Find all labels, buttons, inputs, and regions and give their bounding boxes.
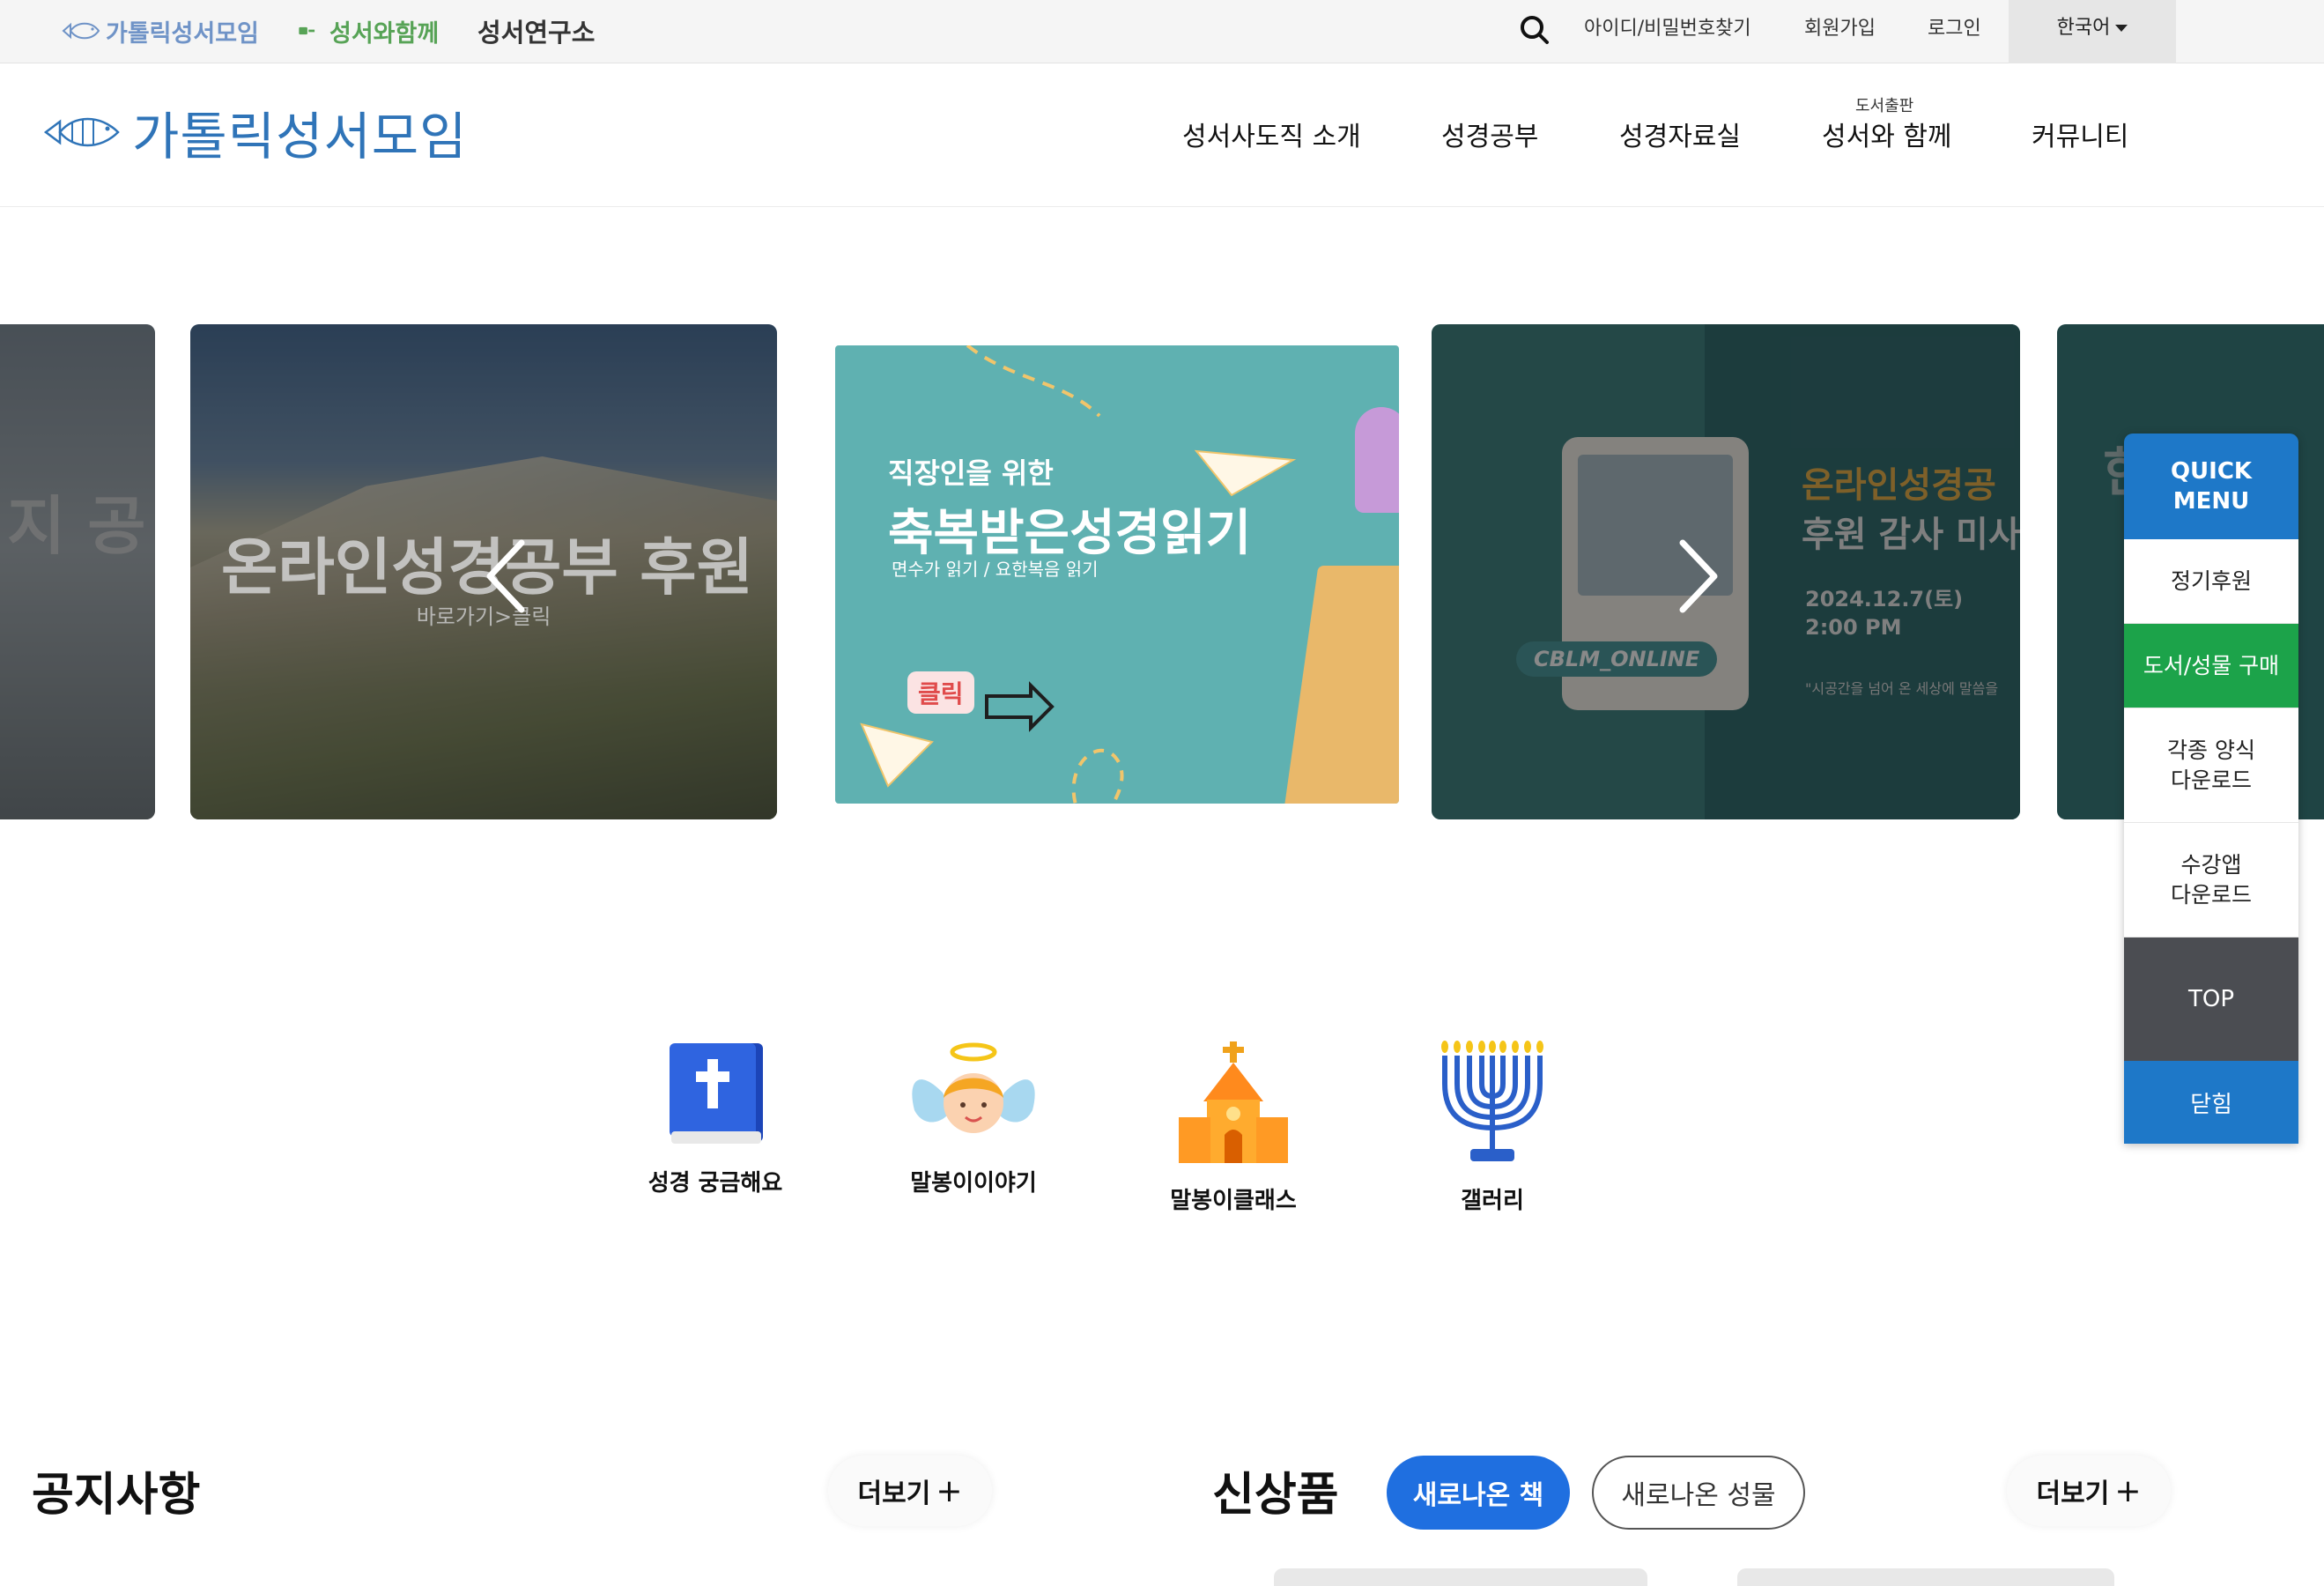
carousel-slide-reading[interactable]: 직장인을 위한 축복받은성경읽기 면수가 읽기 / 요한복음 읽기 클릭 <box>835 345 1399 804</box>
quick-book-goods-purchase[interactable]: 도서/성물 구매 <box>2124 624 2298 708</box>
church-icon <box>1179 1041 1288 1163</box>
category-malbong-class[interactable]: 말봉이클래스 <box>1136 1040 1330 1215</box>
logo-text: 가톨릭성서모임 <box>132 107 468 167</box>
site-link-with-bible[interactable]: 성서와함께 <box>298 9 439 53</box>
site-link-label: 가톨릭성서모임 <box>106 19 259 48</box>
language-selector[interactable]: 한국어 <box>2009 0 2176 63</box>
angel-icon <box>912 1042 1035 1133</box>
site-link-label: 성서와함께 <box>329 19 440 48</box>
slide-title: 온라인성경공 <box>1802 465 1996 506</box>
product-more-button[interactable]: 더보기 + <box>2007 1456 2171 1526</box>
slide-note: "시공간을 넘어 온 세상에 말씀을 <box>1805 680 1999 697</box>
quick-menu: QUICK MENU 정기후원 도서/성물 구매 각종 양식 다운로드 수강앱 … <box>2124 434 2298 1144</box>
quick-app-download[interactable]: 수강앱 다운로드 <box>2124 823 2298 938</box>
site-link-bible-institute[interactable]: 성서연구소 <box>477 9 595 53</box>
caret-down-icon <box>2115 25 2128 32</box>
click-badge: 클릭 <box>907 671 974 714</box>
online-badge: CBLM_ONLINE <box>1516 641 1718 677</box>
product-card[interactable] <box>1274 1568 1647 1586</box>
category-bible-question[interactable]: 성경 궁금해요 <box>618 1040 812 1197</box>
carousel-slide[interactable]: 지 공 <box>0 324 155 819</box>
notice-section-title: 공지사항 <box>32 1469 201 1522</box>
login-link[interactable]: 로그인 <box>1928 0 1981 60</box>
slide-panel <box>1705 324 2020 819</box>
slide-time: 2:00 PM <box>1805 615 1902 640</box>
notice-more-button[interactable]: 더보기 + <box>828 1456 992 1526</box>
chevron-left-icon <box>486 539 525 613</box>
nav-item-bible-study[interactable]: 성경공부 <box>1441 115 1538 153</box>
fish-logo-icon <box>44 117 120 147</box>
language-label: 한국어 <box>2056 17 2111 39</box>
nav-item-with-bible[interactable]: 성서와 함께 <box>1822 115 1952 153</box>
slide-date: 2024.12.7(토) <box>1805 587 1964 611</box>
product-section-title: 신상품 <box>1212 1469 1339 1522</box>
site-logo[interactable]: 가톨릭성서모임 <box>44 97 468 167</box>
carousel-next-button[interactable] <box>1667 532 1728 620</box>
join-link[interactable]: 회원가입 <box>1804 0 1876 60</box>
quick-form-download[interactable]: 각종 양식 다운로드 <box>2124 708 2298 823</box>
plus-icon: + <box>2114 1472 2142 1509</box>
cup-illustration <box>1355 407 1399 513</box>
scroll-top-button[interactable]: TOP <box>2124 938 2298 1061</box>
category-label: 갤러리 <box>1461 1188 1524 1214</box>
quick-regular-donation[interactable]: 정기후원 <box>2124 539 2298 624</box>
menorah-icon <box>1441 1041 1543 1161</box>
quick-menu-header: QUICK MENU <box>2124 434 2298 539</box>
site-link-label: 성서연구소 <box>477 18 596 48</box>
slide-datetime: 2024.12.7(토) 2:00 PM <box>1805 585 1963 641</box>
tab-new-books[interactable]: 새로나온 책 <box>1387 1456 1570 1530</box>
bible-book-icon <box>670 1043 763 1144</box>
plus-icon: + <box>936 1472 963 1509</box>
nav-item-community[interactable]: 커뮤니티 <box>2032 115 2128 153</box>
more-label: 더보기 <box>2036 1479 2110 1509</box>
hill-photo <box>190 456 777 819</box>
find-id-password-link[interactable]: 아이디/비밀번호찾기 <box>1584 0 1751 60</box>
search-icon <box>1521 16 1549 44</box>
category-label: 말봉이이야기 <box>910 1170 1037 1197</box>
site-link-catholic-bible[interactable]: 가톨릭성서모임 <box>62 9 259 53</box>
category-malbong-story[interactable]: 말봉이이야기 <box>877 1040 1070 1197</box>
fish-logo-icon <box>62 22 100 40</box>
slide-subtitle: 후원 감사 미사 <box>1802 515 2020 555</box>
carousel-prev-button[interactable] <box>476 532 537 620</box>
slide-title: 지 공 <box>7 489 146 563</box>
slide-line-1: 직장인을 위한 <box>888 456 1054 490</box>
product-card[interactable] <box>1737 1568 2114 1586</box>
tab-new-goods[interactable]: 새로나온 성물 <box>1592 1456 1805 1530</box>
search-button[interactable] <box>1517 12 1552 48</box>
more-label: 더보기 <box>857 1479 931 1509</box>
category-label: 말봉이클래스 <box>1170 1188 1297 1214</box>
nav-item-bible-resources[interactable]: 성경자료실 <box>1619 115 1741 153</box>
chevron-right-icon <box>1679 539 1718 613</box>
hero-carousel: 지 공 온라인성경공부 후원 바로가기>클릭 직장인을 위한 축복받은성경읽기 … <box>0 324 2324 819</box>
nav-sup-label: 도서출판 <box>1855 97 1914 115</box>
book-logo-icon <box>299 26 315 35</box>
category-label: 성경 궁금해요 <box>648 1170 783 1197</box>
top-utility-bar: 가톨릭성서모임 성서와함께 성서연구소 아이디/비밀번호찾기 회원가입 로그인 … <box>0 0 2324 63</box>
quick-menu-close-button[interactable]: 닫힘 <box>2124 1061 2298 1144</box>
slide-title: 축복받은성경읽기 <box>888 505 1252 562</box>
category-gallery[interactable]: 갤러리 <box>1395 1040 1589 1215</box>
main-header: 가톨릭성서모임 도서출판 성서사도직 소개 성경공부 성경자료실 성서와 함께 … <box>0 63 2324 207</box>
slide-subtitle: 면수가 읽기 / 요한복음 읽기 <box>892 559 1099 580</box>
nav-item-ministry-intro[interactable]: 성서사도직 소개 <box>1182 115 1361 153</box>
